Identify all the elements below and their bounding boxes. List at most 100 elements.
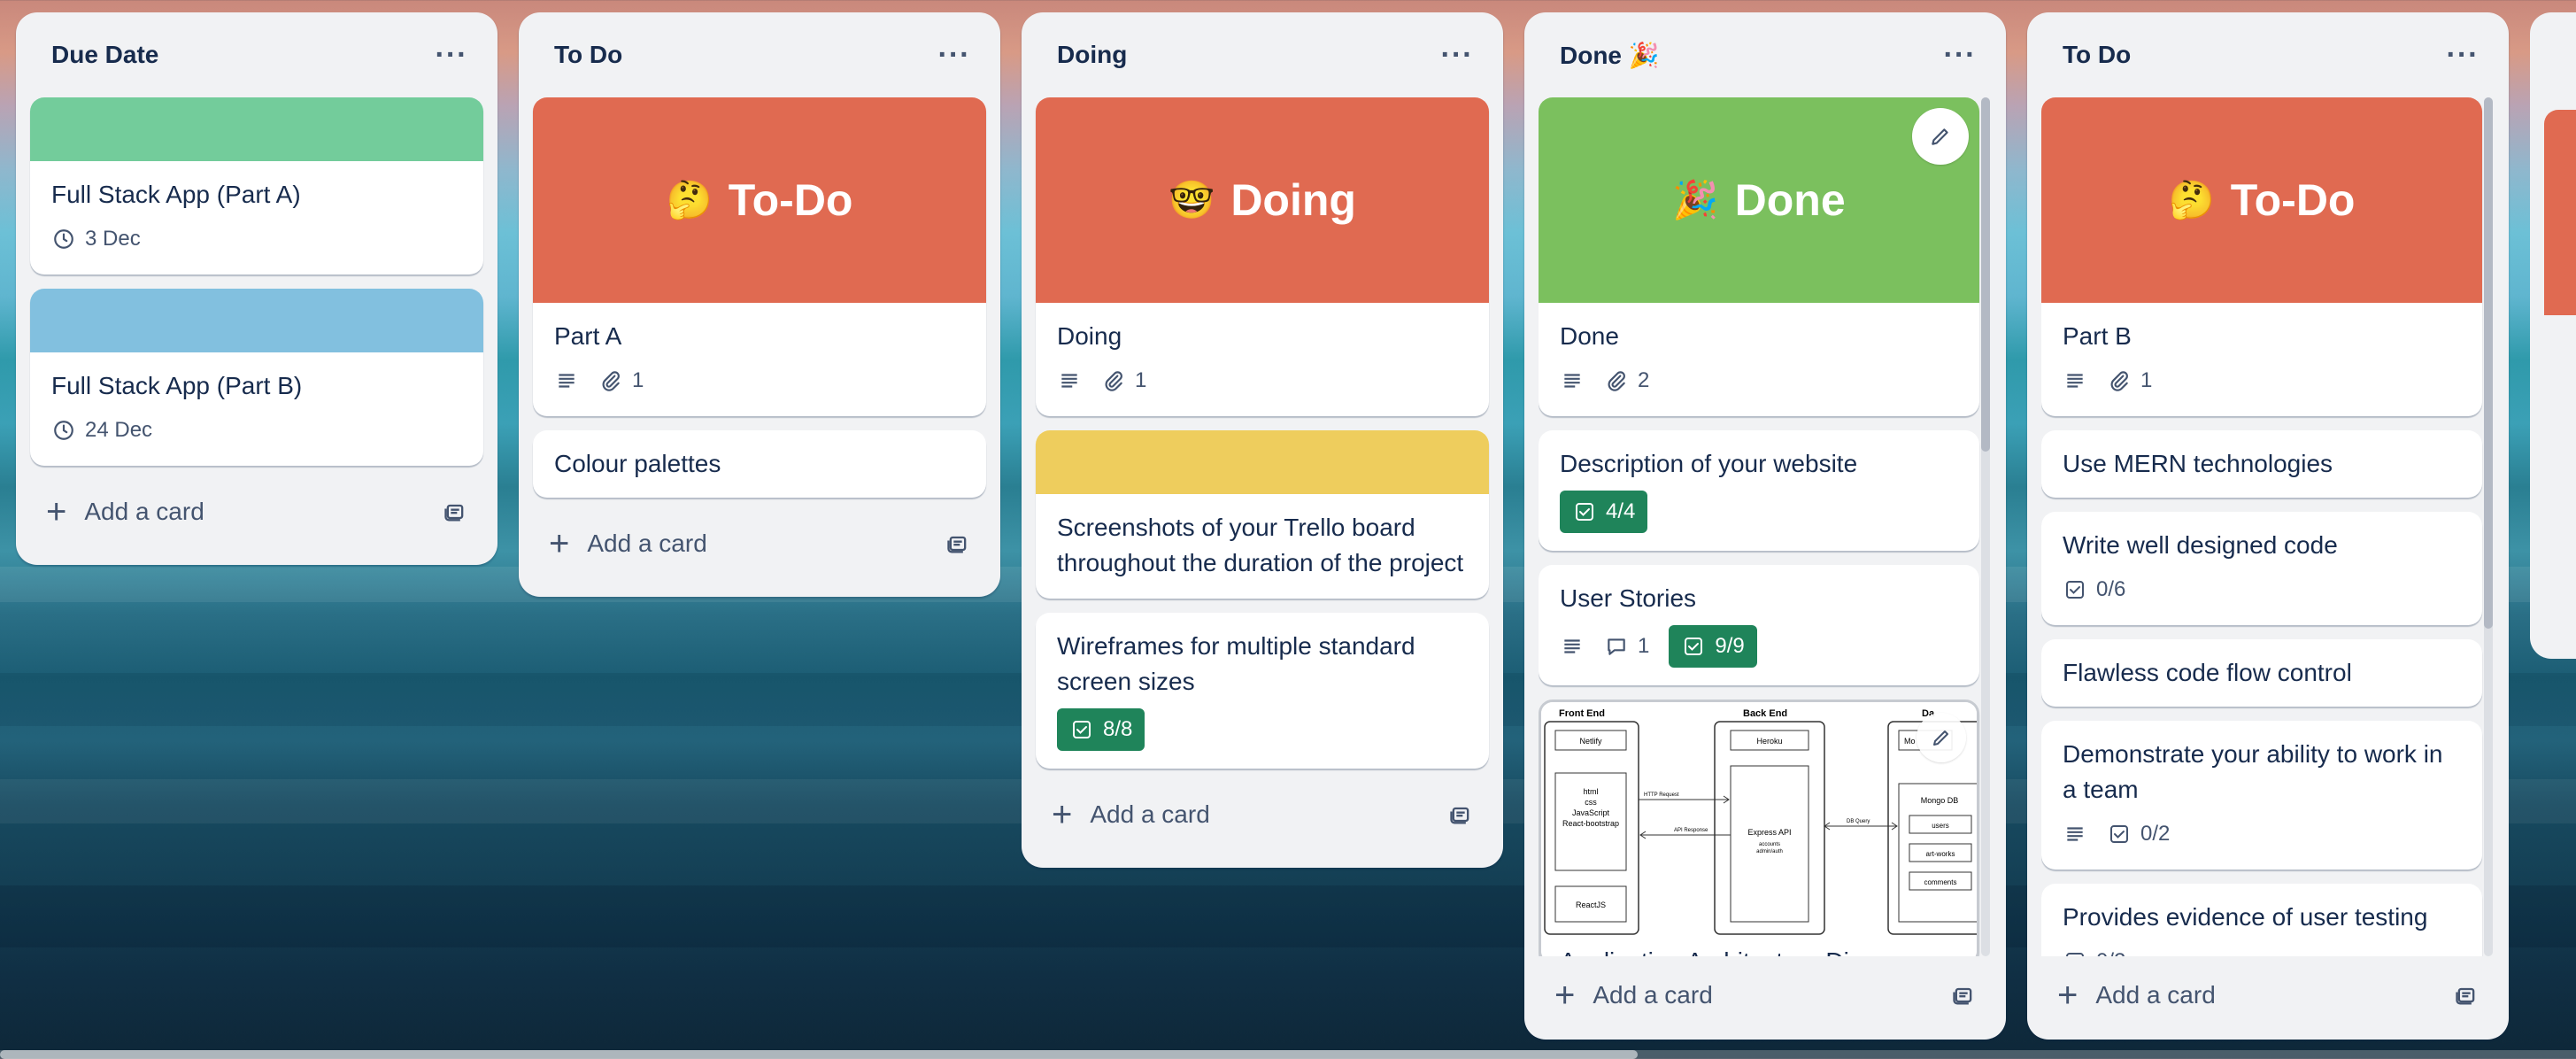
card-template-icon[interactable]	[1951, 983, 1976, 1008]
pencil-icon	[1929, 725, 1954, 750]
list-scroll-area[interactable]: 🎉 Done Done 2 Description of your websit…	[1539, 97, 1992, 956]
card-template-icon[interactable]	[1448, 802, 1473, 827]
card[interactable]: 🤔 To-Do Part A 1	[533, 97, 986, 416]
checklist-badge: 8/8	[1057, 708, 1145, 751]
list-title[interactable]: To Do	[2063, 41, 2131, 69]
comment-icon	[1604, 634, 1629, 659]
card[interactable]: Provides evidence of user testing 0/2	[2041, 884, 2482, 956]
clock-icon	[51, 418, 76, 443]
card[interactable]: User Stories 1 9/9	[1539, 565, 1979, 685]
add-card-button[interactable]: + Add a card	[1554, 978, 1713, 1013]
add-card-button[interactable]: + Add a card	[2057, 978, 2216, 1013]
diagram-http-request: HTTP Request	[1644, 792, 1679, 798]
checkbox-icon	[1069, 717, 1094, 742]
list-menu-button[interactable]: ···	[1432, 30, 1482, 80]
card-title: Provides evidence of user testing	[2063, 903, 2428, 931]
card[interactable]: Demonstrate your ability to work in a te…	[2041, 721, 2482, 870]
list-scroll-area[interactable]: 🤔 To-Do Part B 1 Use MERN technologies W…	[2041, 97, 2495, 956]
add-card-label: Add a card	[1090, 800, 1210, 828]
attachment-badge: 1	[598, 363, 644, 398]
card[interactable]: Flawless code flow control	[2041, 639, 2482, 707]
description-icon	[1560, 634, 1585, 659]
list-title[interactable]: Done 🎉	[1560, 41, 1660, 70]
add-card-button[interactable]: + Add a card	[549, 526, 707, 561]
add-card-label: Add a card	[2095, 981, 2216, 1009]
list-scrollbar[interactable]	[2484, 97, 2493, 956]
list-menu-button[interactable]: ···	[427, 30, 476, 80]
description-icon	[1057, 368, 1082, 393]
description-icon	[2063, 822, 2087, 846]
card[interactable]: Write well designed code 0/6	[2041, 512, 2482, 625]
card[interactable]: Colour palettes	[533, 430, 986, 498]
list-menu-button[interactable]: ···	[929, 30, 979, 80]
card-title: Description of your website	[1560, 450, 1858, 477]
description-icon	[1560, 368, 1585, 393]
add-card-label: Add a card	[587, 530, 707, 557]
list-scrollbar[interactable]	[1981, 97, 1990, 956]
list-menu-button[interactable]: ···	[2438, 30, 2487, 80]
add-card-label: Add a card	[1593, 981, 1713, 1009]
card-template-icon[interactable]	[2454, 983, 2479, 1008]
add-card-button[interactable]: + Add a card	[1052, 797, 1210, 832]
clock-icon	[51, 227, 76, 251]
due-date-text: 3 Dec	[85, 227, 141, 251]
edit-card-button[interactable]	[1912, 108, 1969, 165]
diagram-front-label: Front End	[1559, 708, 1605, 719]
card[interactable]: 🎉 Done Done 2	[1539, 97, 1979, 416]
plus-icon: +	[1554, 976, 1576, 1015]
card[interactable]: Use MERN technologies	[2041, 430, 2482, 498]
checkbox-icon	[2063, 949, 2087, 956]
cover-text: To-Do	[728, 175, 853, 225]
card-title: User Stories	[1560, 584, 1697, 612]
due-date-badge[interactable]: 3 Dec	[51, 221, 141, 257]
checkbox-icon	[2107, 822, 2132, 846]
card-title: Doing	[1057, 322, 1122, 350]
card-architecture-diagram[interactable]: Front End Back End Da Netlify html css J…	[1539, 700, 1979, 956]
card[interactable]: Description of your website 4/4	[1539, 430, 1979, 551]
attachment-count: 1	[1135, 368, 1147, 392]
card-list: Full Stack App (Part A) 3 Dec Full Stack…	[30, 97, 483, 466]
scrollbar-thumb[interactable]	[0, 1050, 1638, 1059]
list-header: Doing ···	[1036, 12, 1489, 97]
list-header: Due Date ···	[30, 12, 483, 97]
card[interactable]: Wireframes for multiple standard screen …	[1036, 613, 1489, 769]
card-title: Full Stack App (Part A)	[51, 181, 301, 208]
card-cover	[2544, 110, 2576, 315]
checklist-count: 9/9	[1715, 634, 1745, 658]
list-title[interactable]: To Do	[554, 41, 622, 69]
due-date-badge[interactable]: 24 Dec	[51, 413, 152, 448]
card[interactable]: 🤓 Doing Doing 1	[1036, 97, 1489, 416]
cover-text: Doing	[1230, 175, 1356, 225]
list-menu-button[interactable]: ···	[1935, 30, 1985, 80]
card-title: Application Architecture Diagram	[1560, 944, 1919, 956]
card-title: Write well designed code	[2063, 531, 2338, 559]
card[interactable]: Full Stack App (Part B) 24 Dec	[30, 289, 483, 466]
card-template-icon[interactable]	[443, 499, 467, 524]
diagram-db-query: DB Query	[1847, 819, 1870, 824]
card-list: 🤔 To-Do Part A 1 Colour palettes	[533, 97, 986, 498]
attachment-badge: 1	[2107, 363, 2152, 398]
diagram-express: Express API	[1747, 828, 1791, 837]
edit-card-button[interactable]	[1917, 713, 1966, 762]
board-horizontal-scrollbar[interactable]	[0, 1050, 2576, 1059]
card-cover	[30, 97, 483, 161]
paperclip-icon	[1604, 368, 1629, 393]
list-done: Done 🎉 ··· 🎉 Done Done 2 Description of …	[1524, 12, 2006, 1040]
card-cover	[30, 289, 483, 352]
list-title[interactable]: Due Date	[51, 41, 158, 69]
card[interactable]: Screenshots of your Trello board through…	[1036, 430, 1489, 599]
add-card-row: + Add a card	[1036, 776, 1489, 854]
card-template-icon[interactable]	[945, 531, 970, 556]
card[interactable]: 🤔 To-Do Part B 1	[2041, 97, 2482, 416]
card-title: Demonstrate your ability to work in a te…	[2063, 740, 2443, 803]
list-partial-next[interactable]	[2530, 12, 2576, 659]
diagram-reactjs: ReactJS	[1576, 901, 1606, 909]
checklist-count: 4/4	[1606, 499, 1636, 523]
card-list: 🎉 Done Done 2 Description of your websit…	[1539, 97, 1992, 956]
card-list: 🤔 To-Do Part B 1 Use MERN technologies W…	[2041, 97, 2495, 956]
list-title[interactable]: Doing	[1057, 41, 1127, 69]
card[interactable]: Full Stack App (Part A) 3 Dec	[30, 97, 483, 274]
pencil-icon	[1928, 124, 1953, 149]
diagram-users: users	[1932, 822, 1949, 830]
add-card-button[interactable]: + Add a card	[46, 494, 204, 530]
